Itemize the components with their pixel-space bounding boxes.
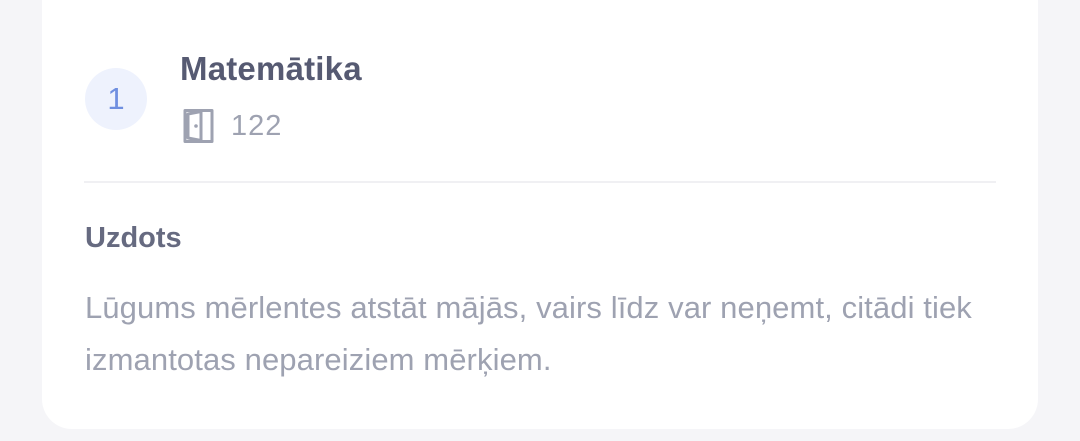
subject-title: Matemātika [180, 50, 362, 87]
room-number: 122 [231, 109, 283, 142]
lesson-number: 1 [107, 81, 125, 116]
homework-label: Uzdots [85, 222, 182, 254]
door-icon [183, 109, 214, 143]
homework-text: Lūgums mērlentes atstāt mājās, vairs līd… [85, 290, 972, 377]
room-info: 122 [181, 106, 282, 146]
lesson-number-badge: 1 [85, 68, 147, 130]
card-divider [84, 181, 996, 183]
lesson-card[interactable]: 1 Matemātika 122 Uzdots Lūgums mērlentes… [42, 0, 1038, 429]
